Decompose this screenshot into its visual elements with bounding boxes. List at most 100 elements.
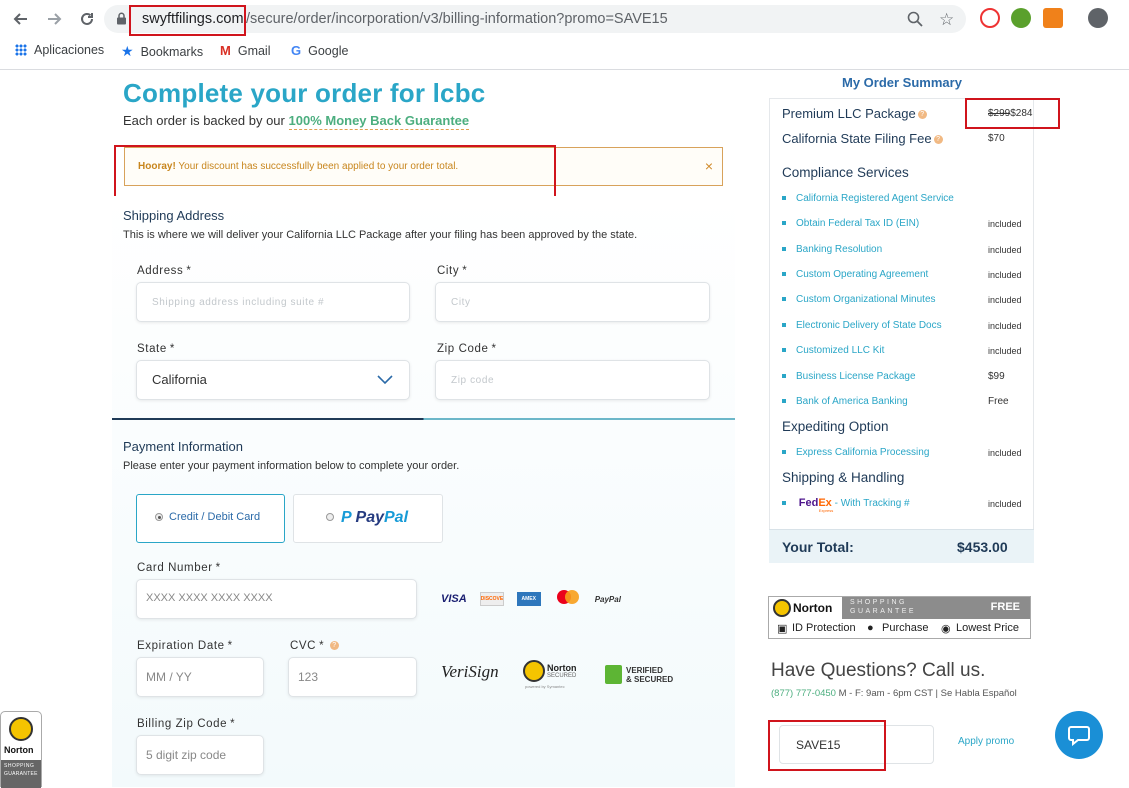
norton-free: FREE — [990, 601, 1020, 613]
norton-guarantee: GUARANTEE — [850, 608, 917, 615]
google-icon: G — [291, 43, 302, 58]
required-mark: * — [491, 343, 497, 355]
norton-side-badge[interactable]: Norton SHOPPING GUARANTEE — [0, 711, 42, 788]
side-norton-line1: SHOPPING — [4, 763, 35, 769]
norton-logo: Norton — [769, 597, 842, 619]
item-label: Obtain Federal Tax ID (EIN) — [796, 218, 920, 229]
zip-input[interactable]: Zip code — [435, 360, 710, 400]
paypal-option[interactable]: P PayPal — [293, 494, 443, 543]
bookmarks-bar: Aplicaciones ★ Bookmarks M Gmail G Googl… — [0, 38, 1129, 64]
bookmark-apps[interactable]: Aplicaciones — [15, 43, 104, 57]
item-label: - With Tracking # — [834, 498, 910, 509]
extension-icon[interactable] — [980, 8, 1000, 28]
contact-line: (877) 777-0450 M - F: 9am - 6pm CST | Se… — [771, 688, 1017, 699]
bookmark-star-icon[interactable]: ☆ — [939, 10, 954, 30]
summary-item: Obtain Federal Tax ID (EIN) — [782, 218, 919, 229]
summary-item-value: Free — [988, 396, 1009, 407]
bookmark-bookmarks[interactable]: ★ Bookmarks — [121, 43, 203, 60]
credit-card-option[interactable]: Credit / Debit Card — [136, 494, 285, 543]
item-label: Customized LLC Kit — [796, 345, 885, 356]
summary-item: Custom Operating Agreement — [782, 269, 928, 280]
city-label: City * — [437, 265, 467, 277]
money-back-guarantee-link[interactable]: 100% Money Back Guarantee — [288, 113, 470, 130]
apply-promo-link[interactable]: Apply promo — [958, 736, 1014, 747]
fedex-small: Express — [818, 508, 834, 513]
chat-button[interactable] — [1055, 711, 1103, 759]
help-icon[interactable]: ? — [917, 110, 927, 120]
summary-item-value: included — [988, 346, 1022, 356]
norton-feature: ID Protection — [792, 622, 856, 634]
address-input[interactable]: Shipping address including suite # — [136, 282, 410, 322]
billing-zip-input[interactable]: 5 digit zip code — [136, 735, 264, 775]
city-input[interactable]: City — [435, 282, 710, 322]
seal-verified-1: VERIFIED — [626, 666, 663, 675]
order-summary-title: My Order Summary — [842, 75, 962, 90]
phone-link[interactable]: (877) 777-0450 — [771, 688, 836, 699]
amex-icon: AMEX — [516, 592, 541, 606]
summary-item-value: included — [988, 270, 1022, 280]
card-number-input[interactable]: XXXX XXXX XXXX XXXX — [136, 579, 417, 619]
profile-avatar-icon[interactable] — [1088, 8, 1108, 28]
search-icon[interactable] — [907, 11, 923, 32]
zip-label: Zip Code * — [437, 343, 497, 355]
summary-item-value: included — [988, 499, 1022, 509]
required-mark: * — [169, 343, 175, 355]
label-text: Billing Zip Code — [137, 718, 228, 730]
help-icon[interactable]: ? — [329, 641, 339, 651]
cvc-input[interactable]: 123 — [288, 657, 417, 697]
package-label: Premium LLC Package — [782, 106, 916, 121]
norton-shopping: SHOPPING — [850, 599, 907, 606]
norton-secured-seal-icon: Norton SECURED powered by Symantec — [523, 660, 585, 690]
verisign-seal-icon: VeriSign — [441, 662, 499, 681]
bookmark-google[interactable]: G Google — [291, 43, 348, 58]
placeholder: MM / YY — [146, 670, 192, 684]
norton-shopping-guarantee-badge[interactable]: Norton SHOPPING GUARANTEE FREE ▣ ID Prot… — [768, 596, 1031, 639]
side-norton-brand: Norton — [4, 745, 34, 755]
placeholder: City — [451, 297, 471, 308]
reload-button[interactable] — [76, 8, 98, 30]
required-mark: * — [230, 718, 236, 730]
state-select[interactable]: California — [136, 360, 410, 400]
seal-verified-2: & SECURED — [626, 675, 674, 684]
expiration-input[interactable]: MM / YY — [136, 657, 264, 697]
paypal-logo-icon: P PayPal — [341, 509, 409, 526]
forward-button[interactable] — [43, 8, 65, 30]
radio-unselected[interactable] — [326, 513, 334, 521]
required-mark: * — [462, 265, 468, 277]
norton-brand: Norton — [793, 601, 833, 615]
placeholder: Shipping address including suite # — [152, 297, 325, 308]
total-label: Your Total: — [782, 539, 854, 555]
placeholder: Zip code — [451, 375, 495, 386]
arrow-left-icon — [13, 13, 27, 25]
summary-item: Electronic Delivery of State Docs — [782, 320, 942, 331]
dollar-icon: ◉ — [941, 623, 951, 635]
apps-grid-icon — [15, 44, 27, 56]
item-label: California Registered Agent Service — [796, 193, 954, 204]
gmail-icon: M — [220, 43, 231, 58]
clock-extension-icon[interactable] — [1011, 8, 1031, 28]
reload-icon — [81, 12, 93, 25]
help-icon[interactable]: ? — [933, 135, 943, 145]
label-text: Expiration Date — [137, 640, 225, 652]
back-button[interactable] — [10, 8, 32, 30]
card-number-label: Card Number * — [137, 562, 221, 574]
close-icon[interactable]: × — [705, 158, 713, 174]
summary-item: Bank of America Banking — [782, 396, 908, 407]
radio-selected[interactable] — [155, 513, 163, 521]
bookmark-gmail[interactable]: M Gmail — [220, 43, 271, 58]
seal-norton-by: powered by Symantec — [525, 684, 565, 689]
norton-feature: Purchase — [882, 622, 929, 634]
metamask-icon[interactable] — [1043, 8, 1063, 28]
payment-subtext: Please enter your payment information be… — [123, 460, 460, 472]
address-label: Address * — [137, 265, 191, 277]
summary-item: California Registered Agent Service — [782, 193, 954, 204]
star-icon: ★ — [121, 43, 134, 59]
card-brands: VISA DISCOVER AMEX PayPal — [441, 590, 621, 608]
purchase-icon: ● — [867, 622, 874, 634]
payment-heading: Payment Information — [123, 439, 243, 454]
required-mark: * — [227, 640, 233, 652]
filing-price: $70 — [988, 133, 1005, 144]
summary-package-row: Premium LLC Package? — [782, 106, 927, 121]
item-label: Bank of America Banking — [796, 396, 908, 407]
summary-item: Banking Resolution — [782, 244, 882, 255]
